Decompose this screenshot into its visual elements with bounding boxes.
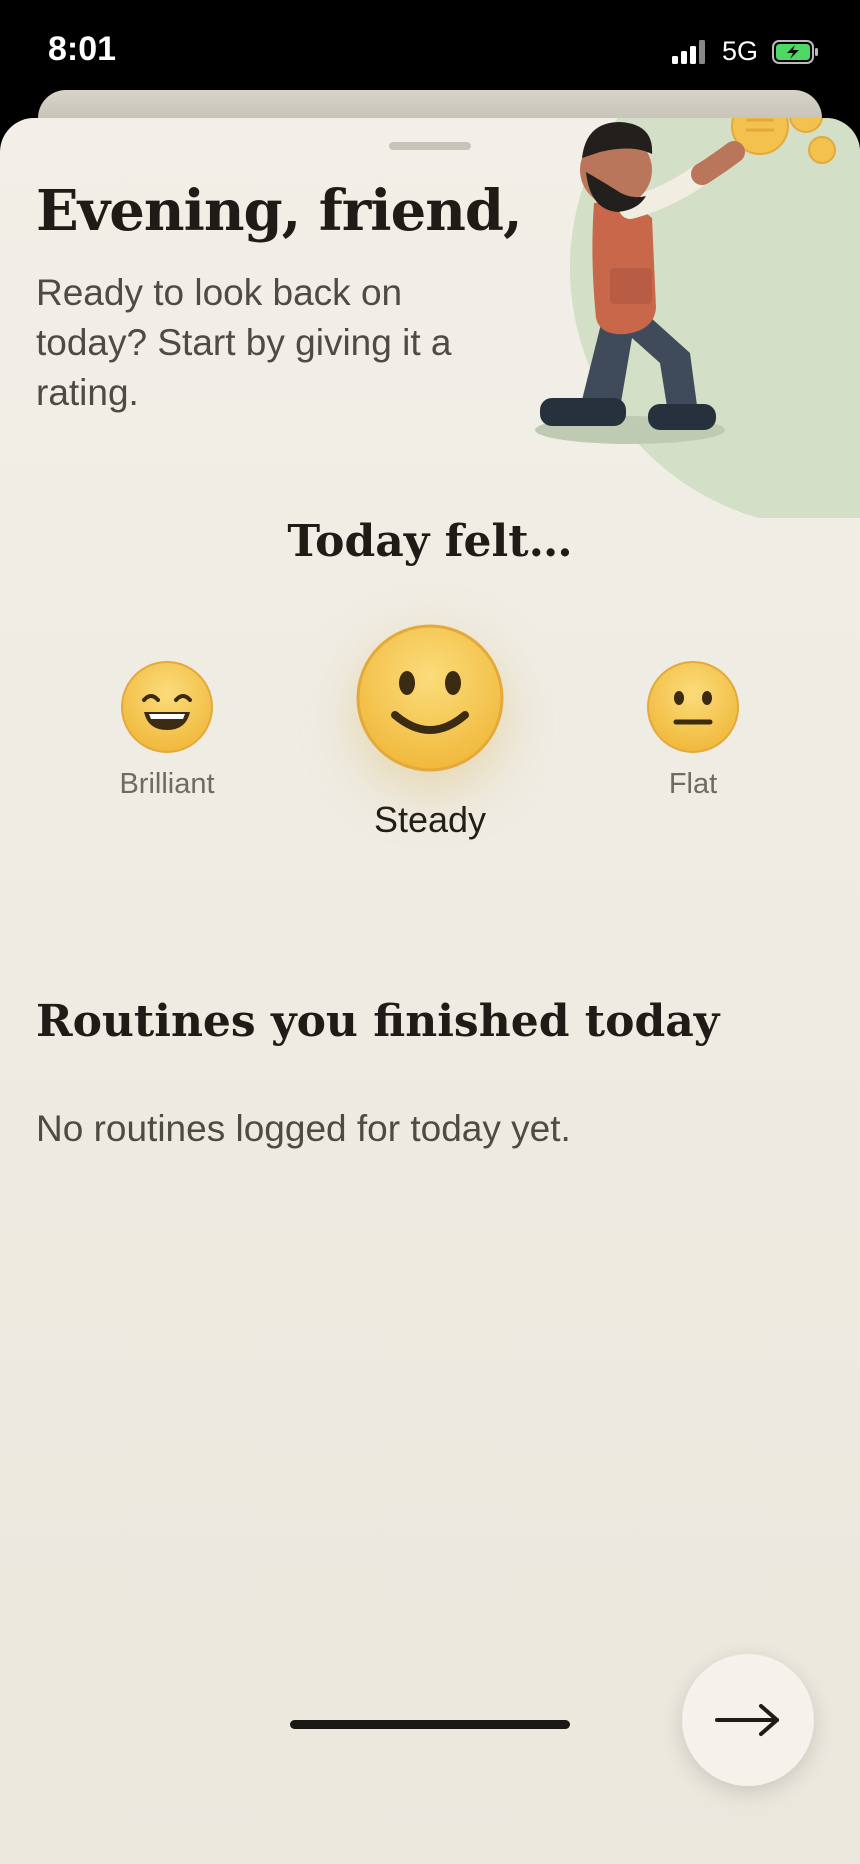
routines-empty-message: No routines logged for today yet. <box>36 1108 571 1149</box>
person-illustration <box>535 118 860 518</box>
mood-label-brilliant: Brilliant <box>119 768 215 800</box>
mood-option-steady[interactable]: Steady <box>330 623 530 841</box>
mood-label-flat: Flat <box>668 768 718 800</box>
mood-option-flat[interactable]: Flat <box>616 660 770 801</box>
home-indicator <box>290 1720 570 1729</box>
greeting-title: Evening, friend, <box>36 178 523 244</box>
next-button[interactable] <box>682 1654 814 1786</box>
status-time: 8:01 <box>48 30 117 68</box>
mood-label-steady: Steady <box>373 799 487 840</box>
arrow-right-icon <box>715 1704 779 1736</box>
status-icons: 5G <box>671 36 820 67</box>
routines-title: Routines you finished today <box>36 996 720 1047</box>
grinning-face-icon <box>121 661 213 753</box>
smiling-face-icon <box>356 624 504 772</box>
signal-bars-icon <box>671 39 705 64</box>
review-sheet: Evening, friend, Ready to look back on t… <box>0 118 860 1864</box>
sheet-grabber[interactable] <box>389 142 471 150</box>
intro-text: Ready to look back on today? Start by gi… <box>36 272 452 413</box>
battery-charging-icon <box>772 39 818 64</box>
network-type: 5G <box>721 36 758 66</box>
mood-option-brilliant[interactable]: Brilliant <box>90 660 244 801</box>
neutral-face-icon <box>647 661 739 753</box>
rating-question: Today felt… <box>287 516 573 567</box>
